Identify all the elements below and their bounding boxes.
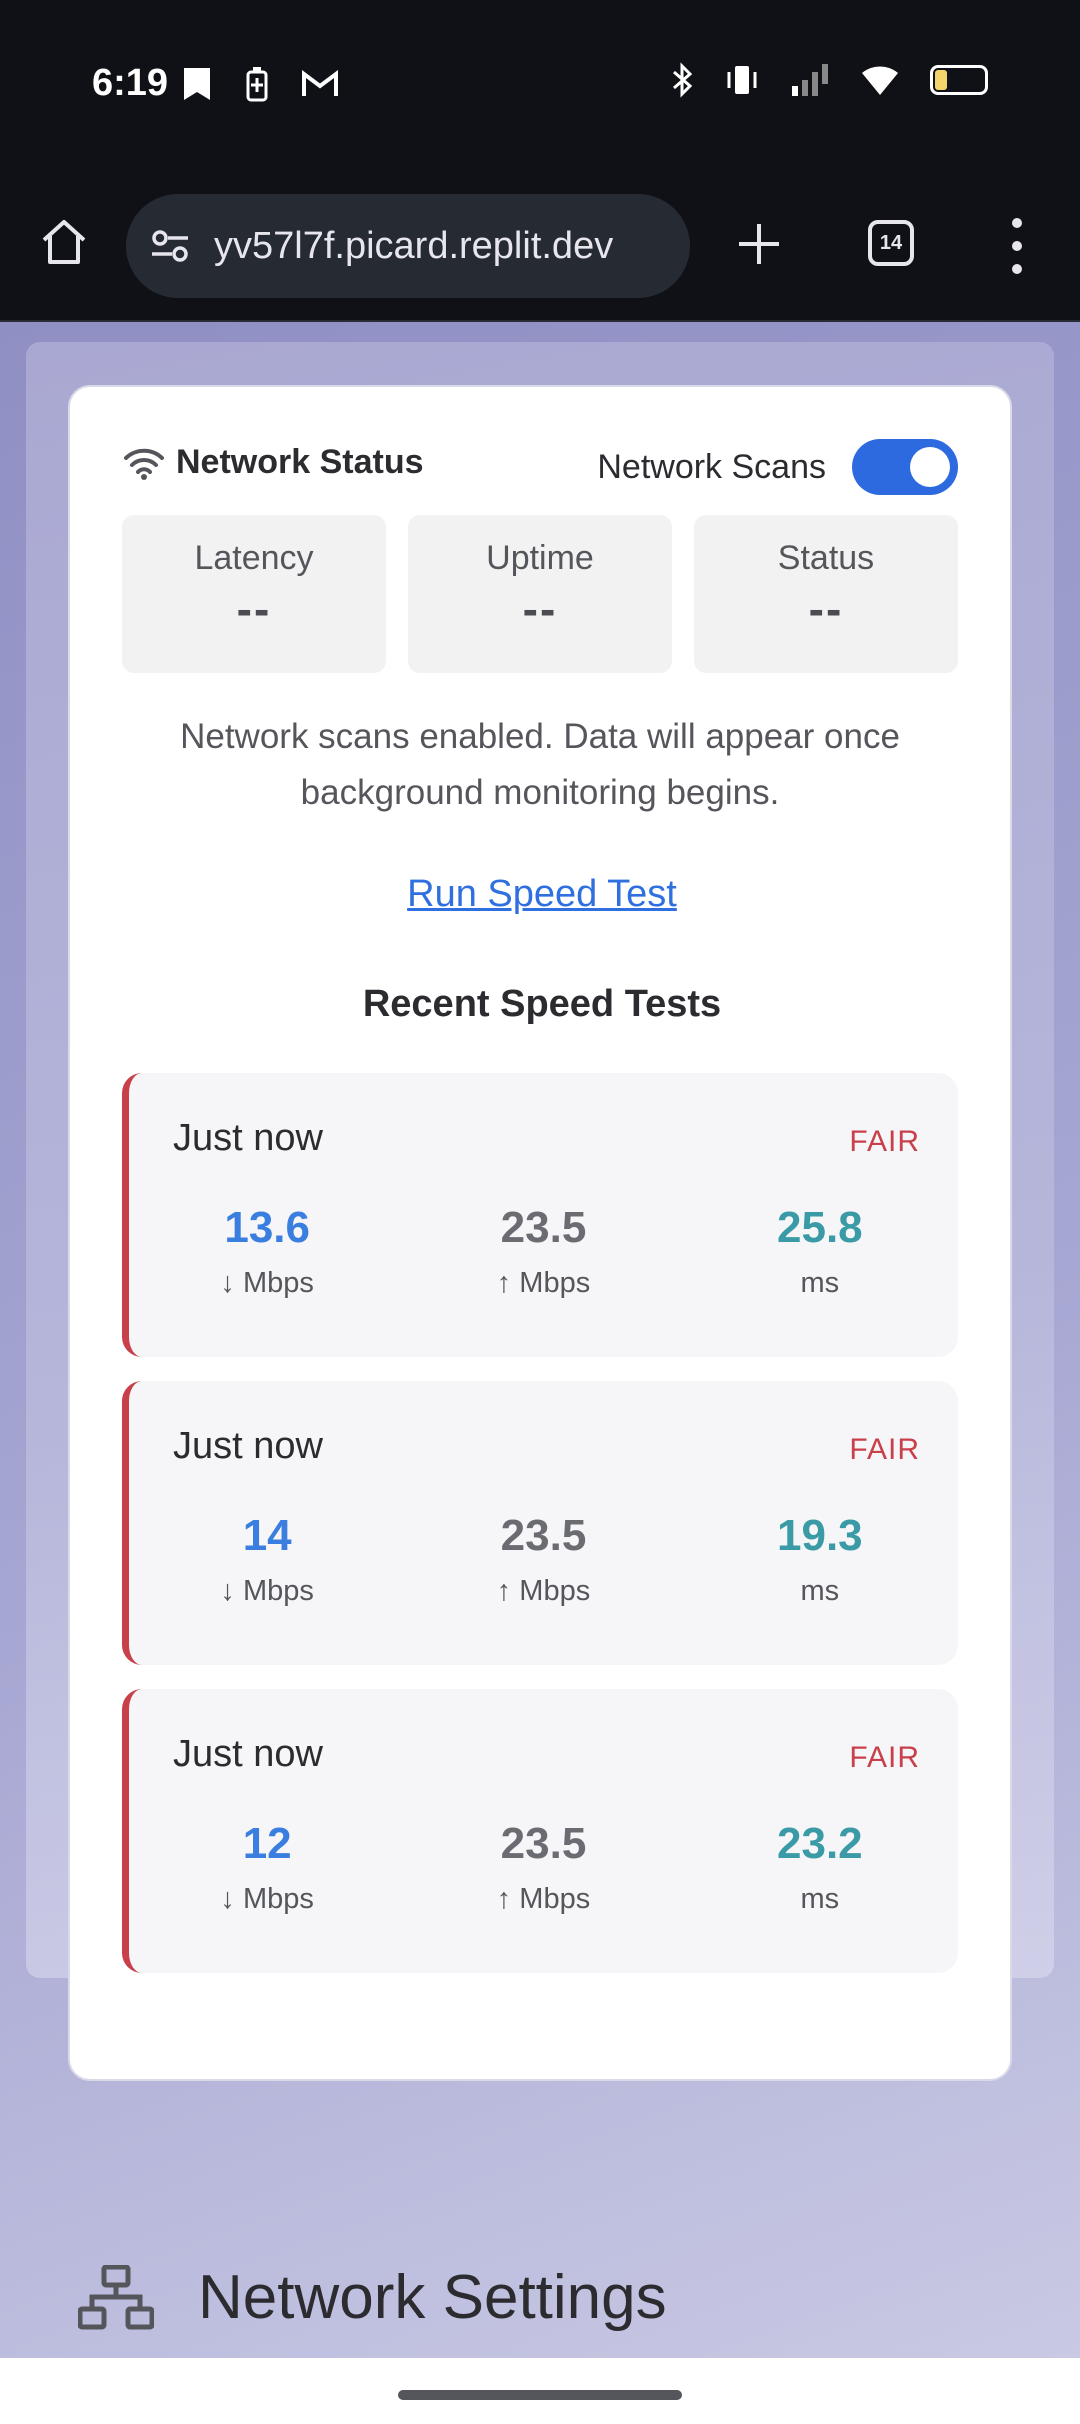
download-unit: ↓ Mbps (220, 1267, 314, 1299)
test-time: Just now (173, 1733, 323, 1775)
more-menu-icon[interactable] (1000, 218, 1034, 274)
battery-icon (930, 65, 988, 95)
test-grade: FAIR (849, 1433, 920, 1466)
network-status-card: Network Status Network Scans Latency -- … (68, 385, 1012, 2081)
latency-value: 25.8 (777, 1203, 863, 1252)
download-unit: ↓ Mbps (220, 1883, 314, 1915)
stat-value: -- (522, 583, 558, 635)
bookmark-icon (184, 68, 210, 100)
download-value: 14 (242, 1511, 292, 1560)
bluetooth-icon (673, 62, 693, 98)
network-settings-header: Network Settings (78, 2262, 667, 2333)
stat-value: -- (808, 583, 844, 635)
uptime-stat: Uptime -- (408, 515, 672, 673)
latency-unit: ms (800, 1575, 840, 1607)
status-stat: Status -- (694, 515, 958, 673)
test-grade: FAIR (849, 1741, 920, 1774)
network-scans-toggle[interactable] (852, 439, 958, 495)
latency-value: 23.2 (777, 1819, 863, 1868)
speed-test-item: Just now FAIR 14 ↓ Mbps 23.5 ↑ Mbps 19.3 ms (122, 1381, 958, 1665)
speed-test-list: Just now FAIR 13.6 ↓ Mbps 23.5 ↑ Mbps 25.8… (122, 1073, 958, 1997)
stat-label: Latency (194, 539, 314, 577)
stat-label: Status (777, 539, 875, 577)
recent-tests-title: Recent Speed Tests (362, 983, 722, 1025)
browser-toolbar: yv57l7f.picard.replit.dev 14 (0, 170, 1080, 322)
wifi-icon (862, 66, 898, 95)
network-scans-control: Network Scans (597, 439, 958, 495)
upload-unit: ↑ Mbps (496, 1883, 591, 1915)
upload-unit: ↑ Mbps (496, 1267, 591, 1299)
status-bar: 6:19 (0, 0, 1080, 170)
new-tab-icon[interactable] (735, 220, 783, 268)
tab-switcher-button[interactable]: 14 (868, 220, 914, 266)
address-bar[interactable]: yv57l7f.picard.replit.dev (126, 194, 690, 298)
gmail-icon (302, 70, 338, 96)
upload-value: 23.5 (500, 1203, 587, 1252)
notification-icons (182, 66, 338, 102)
run-speed-test-link[interactable]: Run Speed Test (70, 873, 1014, 916)
stats-row: Latency -- Uptime -- Status -- (122, 515, 958, 673)
network-topology-icon (78, 2264, 154, 2329)
gesture-nav-bar (0, 2358, 1080, 2424)
download-unit: ↓ Mbps (220, 1575, 314, 1607)
toggle-knob (910, 447, 950, 487)
network-status-header: Network Status (122, 443, 424, 482)
wifi-icon (124, 448, 164, 480)
latency-unit: ms (800, 1267, 840, 1299)
system-icons (670, 62, 988, 98)
upload-value: 23.5 (500, 1819, 587, 1868)
network-status-title: Network Status (176, 443, 424, 481)
home-icon[interactable] (38, 216, 90, 268)
download-value: 13.6 (224, 1203, 310, 1252)
battery-saver-icon (246, 67, 268, 102)
signal-icon (792, 64, 828, 96)
upload-unit: ↑ Mbps (496, 1575, 591, 1607)
stat-value: -- (236, 583, 272, 635)
test-time: Just now (173, 1425, 323, 1467)
speed-test-item: Just now FAIR 13.6 ↓ Mbps 23.5 ↑ Mbps 25.8… (122, 1073, 958, 1357)
vibrate-icon (727, 66, 757, 94)
latency-stat: Latency -- (122, 515, 386, 673)
test-time: Just now (173, 1117, 323, 1159)
stat-label: Uptime (486, 539, 594, 577)
url-text: yv57l7f.picard.replit.dev (214, 224, 614, 267)
download-value: 12 (242, 1819, 292, 1868)
test-grade: FAIR (849, 1125, 920, 1158)
network-scans-label: Network Scans (597, 447, 826, 486)
status-time: 6:19 (92, 62, 169, 104)
network-settings-title: Network Settings (198, 2263, 667, 2332)
speed-test-item: Just now FAIR 12 ↓ Mbps 23.5 ↑ Mbps 23.2 ms (122, 1689, 958, 1973)
latency-value: 19.3 (777, 1511, 863, 1560)
scan-info-text: Network scans enabled. Data will appear … (180, 717, 900, 812)
home-gesture-handle[interactable] (398, 2390, 682, 2400)
site-settings-icon[interactable] (148, 224, 192, 268)
upload-value: 23.5 (500, 1511, 587, 1560)
network-panel: Network Status Network Scans Latency -- … (26, 342, 1054, 2081)
latency-unit: ms (800, 1883, 840, 1915)
page-content: Network Status Network Scans Latency -- … (0, 322, 1080, 2358)
